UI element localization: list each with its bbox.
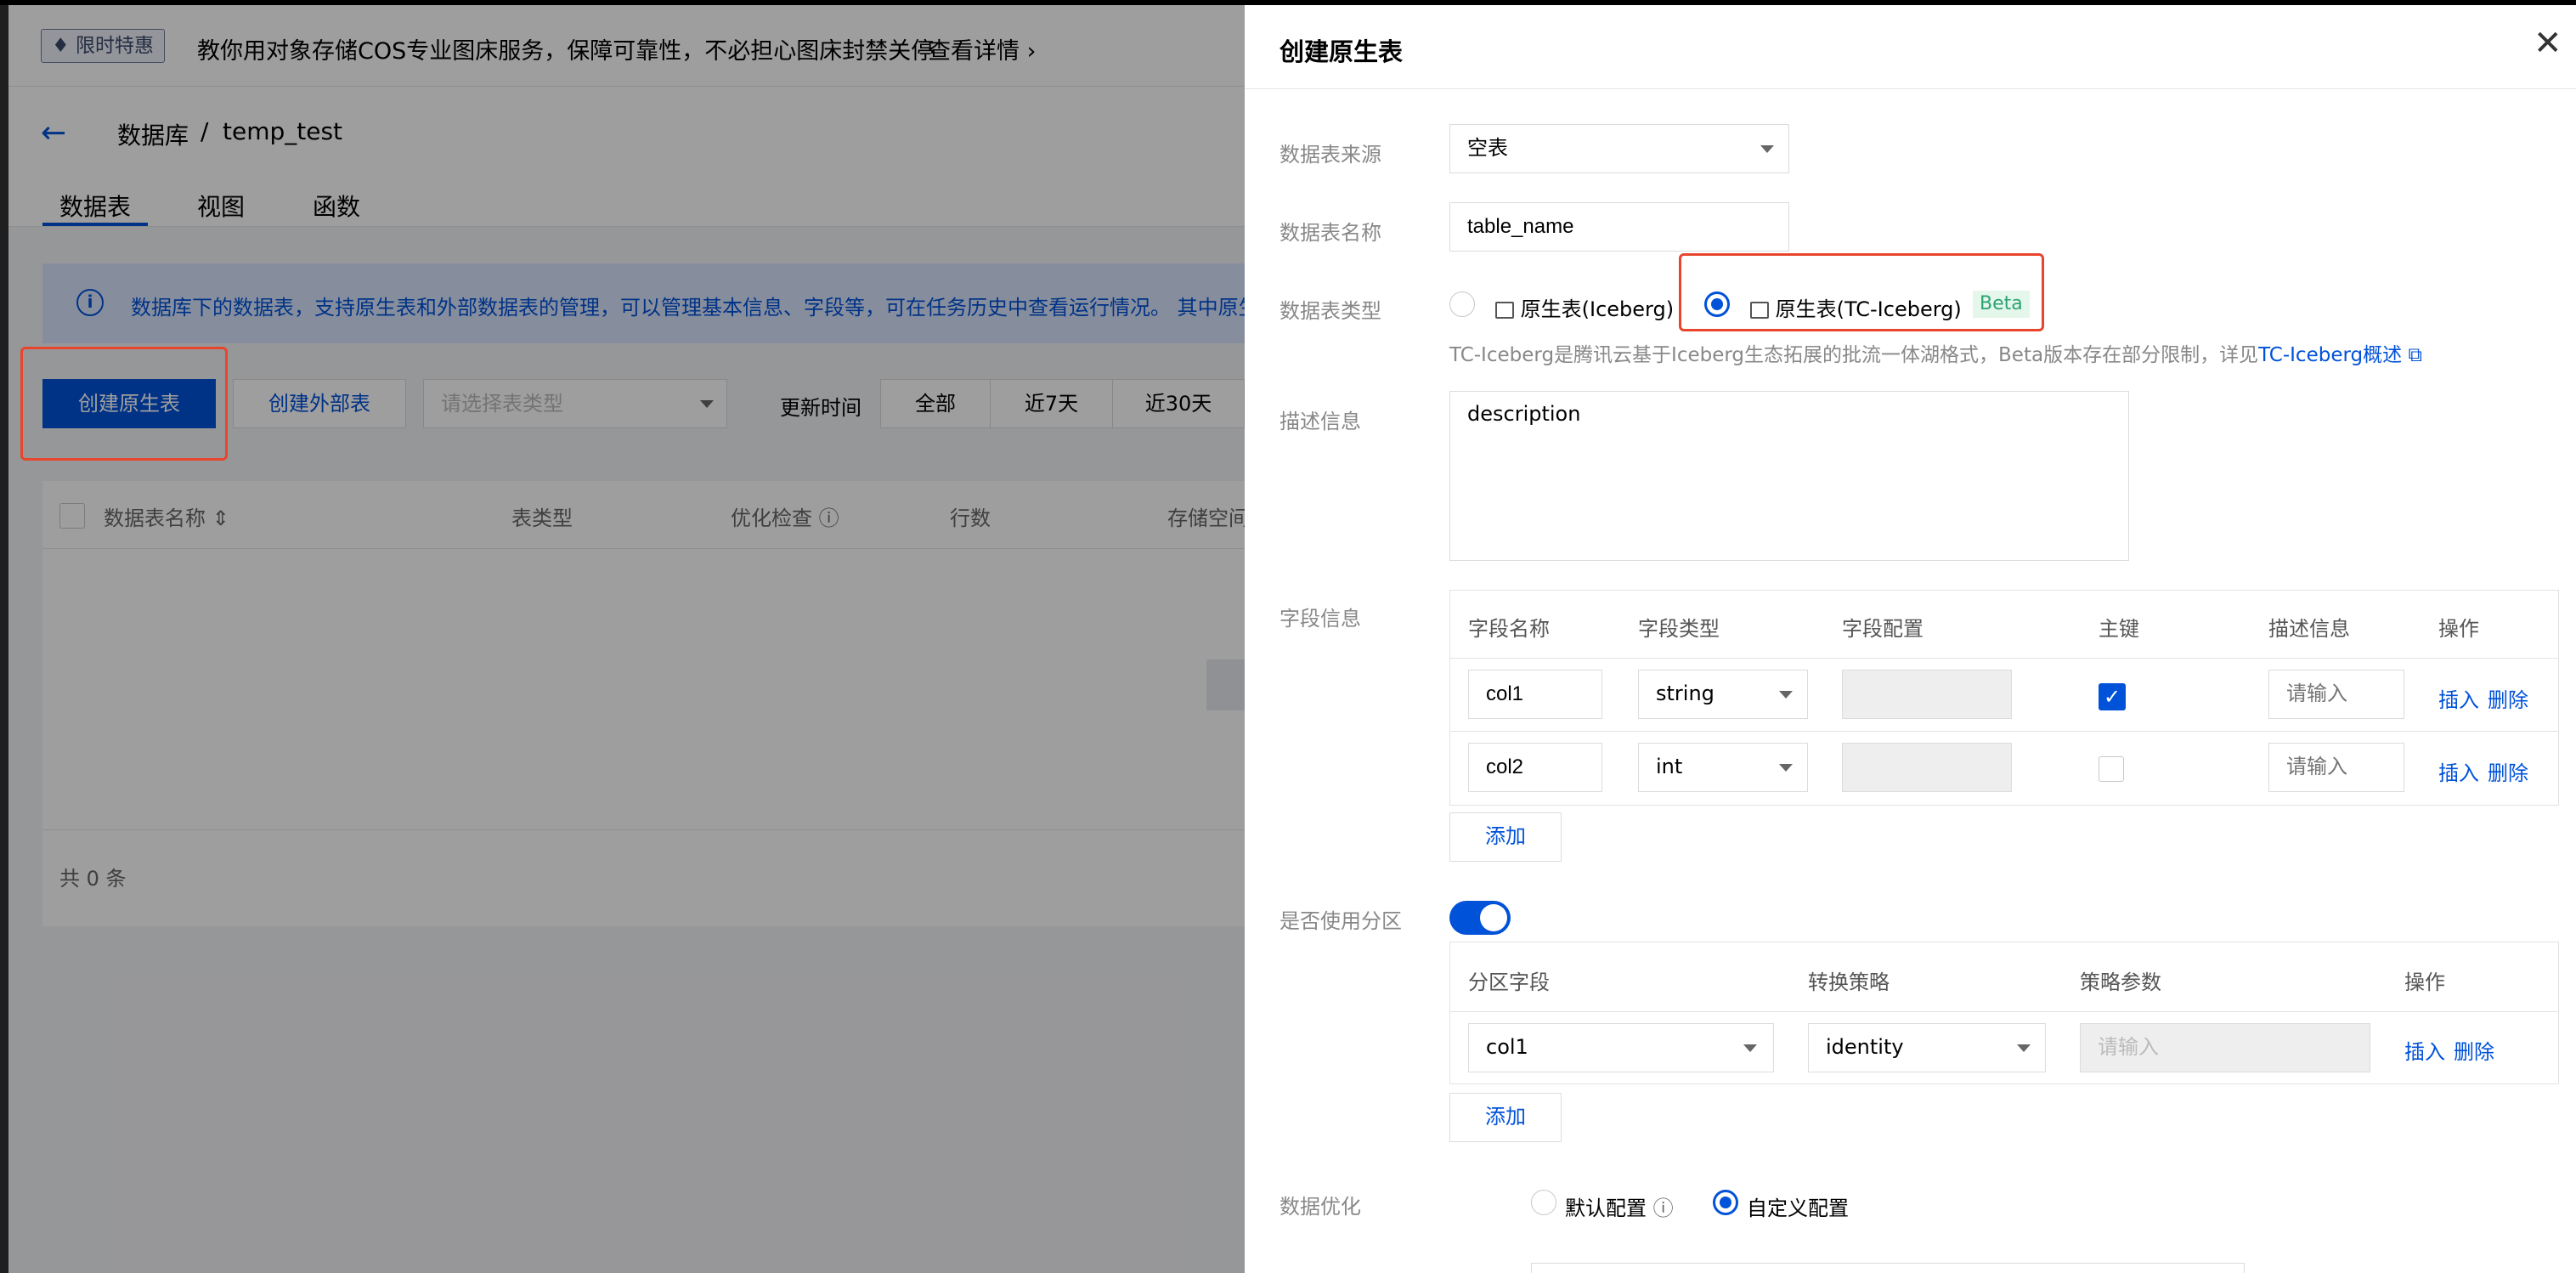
delete-partition-link[interactable]: 删除	[2454, 1035, 2494, 1065]
column-config-field	[1842, 743, 2012, 792]
drawer-header-divider	[1245, 88, 2576, 89]
insert-column-link[interactable]: 插入	[2438, 756, 2479, 786]
chevron-down-icon	[2017, 1044, 2031, 1052]
insert-column-link[interactable]: 插入	[2438, 683, 2479, 713]
columns-row-divider	[1450, 731, 2558, 732]
primary-key-checkbox[interactable]: ✓	[2099, 683, 2126, 710]
partition-table-header-divider	[1450, 1011, 2558, 1012]
optimize-default-radio[interactable]	[1531, 1190, 1556, 1215]
source-select[interactable]: 空表	[1449, 124, 1789, 173]
delete-column-link[interactable]: 删除	[2488, 756, 2528, 786]
description-textarea[interactable]: description	[1449, 391, 2129, 561]
col-header-primary: 主键	[2099, 617, 2139, 641]
type-iceberg-option[interactable]: 原生表(Iceberg)	[1495, 292, 1674, 322]
col-header-desc: 描述信息	[2268, 617, 2350, 641]
close-icon[interactable]: ✕	[2534, 24, 2562, 63]
info-icon: ⓘ	[1652, 1197, 1674, 1220]
table-type-label: 数据表类型	[1280, 299, 1381, 323]
optimize-default-option[interactable]: 默认配置 ⓘ	[1565, 1191, 1674, 1221]
tc-iceberg-doc-link[interactable]: TC-Iceberg概述	[2258, 344, 2402, 366]
primary-key-checkbox[interactable]	[2099, 756, 2124, 782]
partition-param-input: 请输入	[2080, 1023, 2370, 1072]
table-name-input[interactable]	[1449, 202, 1789, 252]
highlight-create-native-button	[20, 347, 228, 461]
optimize-config-panel	[1531, 1263, 2245, 1273]
partition-header-field: 分区字段	[1468, 970, 1550, 994]
drawer-top-edge	[1245, 0, 2576, 5]
type-iceberg-radio[interactable]	[1449, 291, 1475, 317]
partition-header-strategy: 转换策略	[1808, 970, 1890, 994]
column-desc-input[interactable]	[2268, 670, 2404, 719]
table-name-label: 数据表名称	[1280, 221, 1381, 245]
chevron-down-icon	[1760, 145, 1774, 153]
description-label: 描述信息	[1280, 410, 1361, 433]
col-header-actions: 操作	[2438, 617, 2479, 641]
chevron-down-icon	[1779, 691, 1793, 699]
top-edge	[0, 0, 1245, 5]
chevron-down-icon	[1743, 1044, 1757, 1052]
optimize-label: 数据优化	[1280, 1195, 1361, 1219]
drawer-title: 创建原生表	[1280, 37, 1404, 66]
column-name-input[interactable]	[1468, 670, 1602, 719]
type-hint: TC-Iceberg是腾讯云基于Iceberg生态拓展的批流一体湖格式，Beta…	[1449, 344, 2422, 366]
source-label: 数据表来源	[1280, 143, 1381, 167]
insert-partition-link[interactable]: 插入	[2404, 1035, 2445, 1065]
optimize-custom-radio[interactable]	[1713, 1190, 1738, 1215]
partition-header-actions: 操作	[2404, 970, 2445, 994]
delete-column-link[interactable]: 删除	[2488, 683, 2528, 713]
column-config-field	[1842, 670, 2012, 719]
chevron-down-icon	[1779, 764, 1793, 772]
column-desc-input[interactable]	[2268, 743, 2404, 792]
columns-table-header-divider	[1450, 658, 2558, 659]
left-edge	[0, 5, 8, 1273]
table-icon	[1495, 302, 1514, 319]
columns-label: 字段信息	[1280, 607, 1361, 631]
column-name-input[interactable]	[1468, 743, 1602, 792]
partition-strategy-select[interactable]: identity	[1808, 1023, 2046, 1072]
optimize-custom-option[interactable]: 自定义配置	[1747, 1191, 1849, 1221]
external-link-icon[interactable]: ⧉	[2408, 344, 2421, 366]
partition-label: 是否使用分区	[1280, 909, 1402, 933]
partition-field-select[interactable]: col1	[1468, 1023, 1774, 1072]
col-header-type: 字段类型	[1638, 617, 1720, 641]
add-partition-button[interactable]: 添加	[1449, 1093, 1562, 1142]
add-column-button[interactable]: 添加	[1449, 812, 1562, 862]
highlight-tc-iceberg-option	[1679, 253, 2044, 331]
partition-toggle-knob	[1480, 904, 1507, 931]
modal-overlay[interactable]	[0, 0, 1245, 1273]
col-header-config: 字段配置	[1842, 617, 1924, 641]
col-header-name: 字段名称	[1468, 617, 1550, 641]
partition-header-param: 策略参数	[2080, 970, 2161, 994]
